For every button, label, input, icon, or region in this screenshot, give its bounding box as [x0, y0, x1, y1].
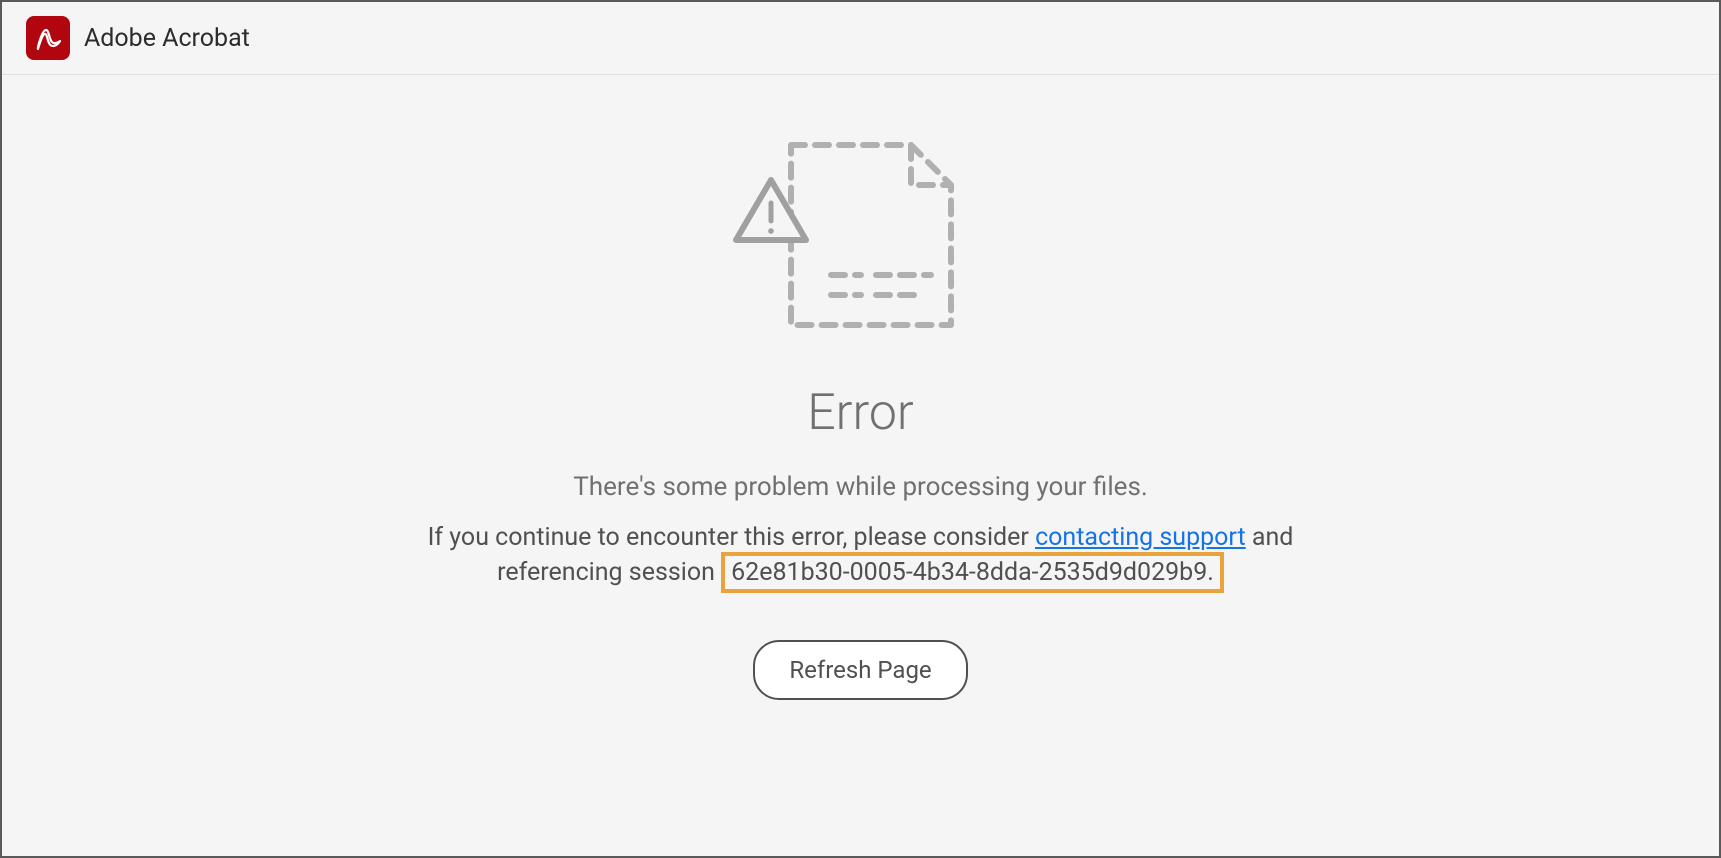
acrobat-icon	[26, 16, 70, 60]
app-title: Adobe Acrobat	[84, 24, 250, 53]
error-title: Error	[807, 384, 914, 442]
error-detail-prefix: If you continue to encounter this error,…	[428, 523, 1035, 552]
app-header: Adobe Acrobat	[2, 2, 1719, 75]
refresh-page-button[interactable]: Refresh Page	[753, 640, 967, 700]
error-detail: If you continue to encounter this error,…	[411, 520, 1311, 590]
error-main: Error There's some problem while process…	[2, 75, 1719, 856]
contact-support-link[interactable]: contacting support	[1035, 523, 1246, 552]
error-document-icon	[731, 125, 991, 349]
session-id-highlight: 62e81b30-0005-4b34-8dda-2535d9d029b9.	[721, 552, 1224, 593]
error-subtitle: There's some problem while processing yo…	[573, 472, 1147, 502]
